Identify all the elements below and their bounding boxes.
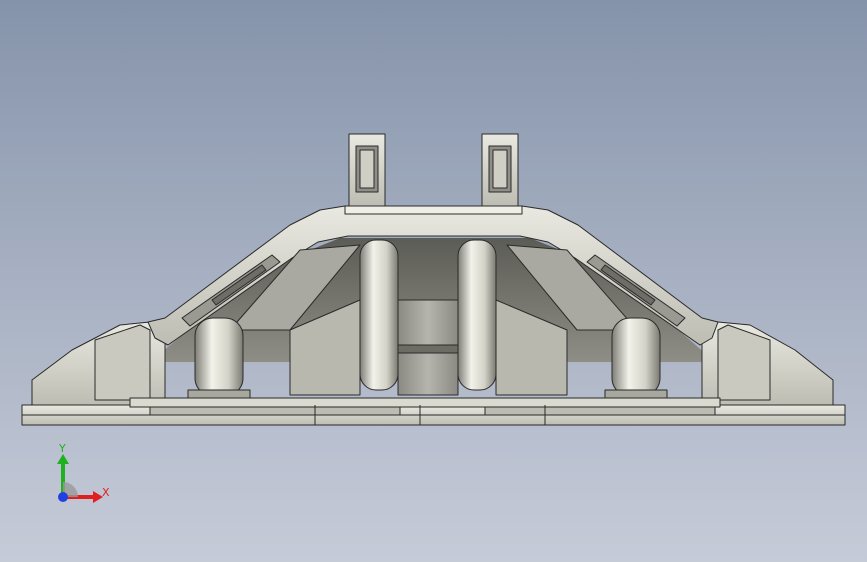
right-boss <box>611 317 661 397</box>
center-left-pillar <box>359 239 399 391</box>
z-axis-dot <box>58 492 68 502</box>
left-boss <box>194 317 244 397</box>
cad-part-model[interactable] <box>0 0 867 562</box>
y-axis-label: Y <box>58 442 66 455</box>
coordinate-triad: Y X <box>57 442 110 503</box>
graphics-viewport[interactable]: Y X <box>0 0 867 562</box>
center-right-pillar <box>457 239 497 391</box>
x-axis-label: X <box>102 486 110 499</box>
